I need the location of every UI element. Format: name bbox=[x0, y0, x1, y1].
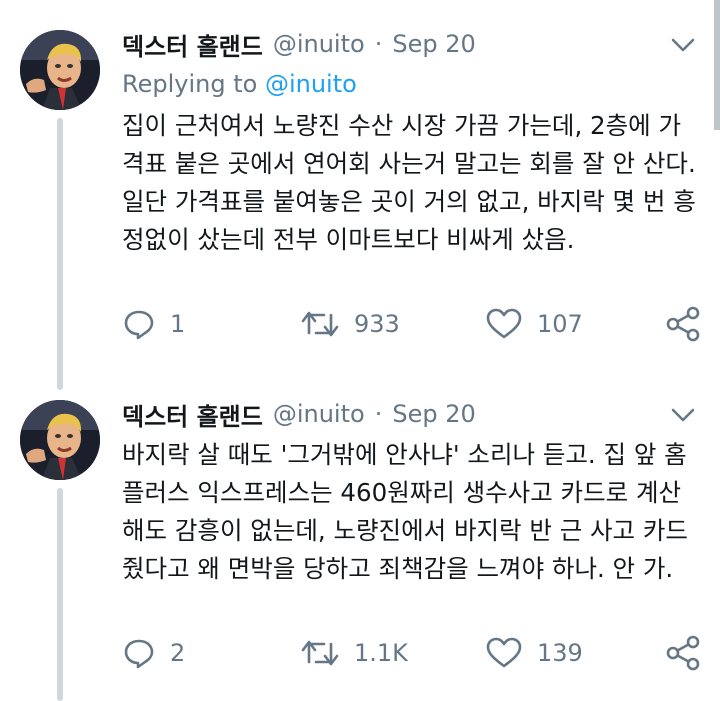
like-count: 139 bbox=[537, 639, 583, 667]
share-icon bbox=[666, 635, 700, 671]
avatar[interactable] bbox=[20, 30, 100, 110]
author-name[interactable]: 덱스터 홀랜드 bbox=[122, 397, 263, 432]
chevron-down-icon[interactable] bbox=[668, 400, 698, 430]
separator: · bbox=[374, 400, 383, 428]
like-icon bbox=[486, 637, 522, 668]
author-name[interactable]: 덱스터 홀랜드 bbox=[122, 27, 263, 62]
retweet-count: 933 bbox=[354, 310, 400, 338]
avatar-image bbox=[20, 400, 100, 480]
reply-button[interactable]: 1 bbox=[122, 302, 185, 346]
tweet-header: 덱스터 홀랜드 @inuito · Sep 20 bbox=[122, 24, 476, 64]
author-handle[interactable]: @inuito bbox=[273, 400, 365, 428]
chevron-down-icon[interactable] bbox=[668, 30, 698, 60]
retweet-button[interactable]: 1.1K bbox=[300, 631, 408, 675]
reply-count: 1 bbox=[170, 310, 186, 338]
author-handle[interactable]: @inuito bbox=[273, 30, 365, 58]
replying-to: Replying to @inuito bbox=[122, 70, 357, 98]
reply-icon bbox=[124, 639, 154, 669]
like-button[interactable]: 139 bbox=[485, 631, 583, 675]
reply-button[interactable]: 2 bbox=[122, 631, 185, 675]
tweet-text: 바지락 살 때도 '그거밖에 안사냐' 소리나 듣고. 집 앞 홈플러스 익스프… bbox=[122, 440, 688, 583]
tweet[interactable]: 덱스터 홀랜드 @inuito · Sep 20 바지락 살 때도 '그거밖에 … bbox=[0, 380, 720, 701]
timestamp[interactable]: Sep 20 bbox=[392, 400, 475, 428]
action-bar: 2 1.1K 139 bbox=[122, 631, 702, 675]
share-button[interactable] bbox=[665, 631, 715, 675]
share-button[interactable] bbox=[665, 302, 715, 346]
like-count: 107 bbox=[537, 310, 583, 338]
separator: · bbox=[374, 30, 383, 58]
mention-link[interactable]: @inuito bbox=[265, 70, 357, 98]
avatar[interactable] bbox=[20, 400, 100, 480]
reply-count: 2 bbox=[170, 639, 186, 667]
retweet-button[interactable]: 933 bbox=[300, 302, 400, 346]
retweet-count: 1.1K bbox=[354, 639, 408, 667]
tweet[interactable]: 덱스터 홀랜드 @inuito · Sep 20 Replying to @in… bbox=[0, 0, 720, 380]
action-bar: 1 933 107 bbox=[122, 302, 702, 346]
tweet-text: 집이 근처여서 노량진 수산 시장 가끔 가는데, 2층에 가격표 붙은 곳에서… bbox=[122, 111, 696, 254]
share-icon bbox=[666, 306, 700, 342]
retweet-icon bbox=[301, 640, 339, 666]
like-icon bbox=[486, 308, 522, 339]
like-button[interactable]: 107 bbox=[485, 302, 583, 346]
timestamp[interactable]: Sep 20 bbox=[392, 30, 475, 58]
retweet-icon bbox=[301, 311, 339, 337]
reply-icon bbox=[124, 310, 154, 340]
tweet-header: 덱스터 홀랜드 @inuito · Sep 20 bbox=[122, 394, 476, 434]
replying-prefix: Replying to bbox=[122, 70, 258, 98]
avatar-image bbox=[20, 30, 100, 110]
